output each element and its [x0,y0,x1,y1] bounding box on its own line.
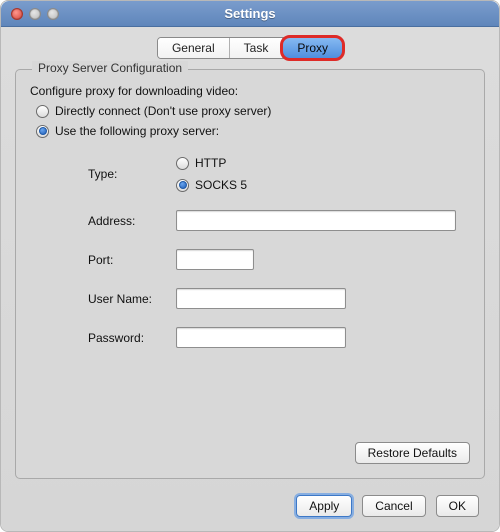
groupbox-subtitle: Configure proxy for downloading video: [30,84,470,98]
port-label: Port: [88,253,176,267]
window-controls [1,8,59,20]
radio-label: SOCKS 5 [195,178,247,192]
field-type: Type: HTTP SOCKS 5 [88,156,470,192]
window-title: Settings [1,6,499,21]
password-label: Password: [88,331,176,345]
proxy-fields: Type: HTTP SOCKS 5 Address: [30,156,470,348]
radio-icon [36,125,49,138]
close-icon[interactable] [11,8,23,20]
zoom-icon[interactable] [47,8,59,20]
titlebar: Settings [1,1,499,27]
radio-label: Directly connect (Don't use proxy server… [55,104,271,118]
radio-label: Use the following proxy server: [55,124,219,138]
field-address: Address: [88,210,470,231]
radio-icon [176,157,189,170]
type-options: HTTP SOCKS 5 [176,156,247,192]
address-input[interactable] [176,210,456,231]
tab-proxy[interactable]: Proxy [283,38,342,58]
field-username: User Name: [88,288,470,309]
port-input[interactable] [176,249,254,270]
username-label: User Name: [88,292,176,306]
tab-proxy-label: Proxy [297,41,328,55]
address-label: Address: [88,214,176,228]
proxy-groupbox: Proxy Server Configuration Configure pro… [15,69,485,479]
window-content: General Task Proxy Proxy Server Configur… [1,27,499,531]
radio-label: HTTP [195,156,226,170]
radio-icon [176,179,189,192]
password-input[interactable] [176,327,346,348]
type-label: Type: [88,167,176,181]
tabs: General Task Proxy [157,37,343,59]
field-port: Port: [88,249,470,270]
radio-direct-connect[interactable]: Directly connect (Don't use proxy server… [36,104,470,118]
radio-use-proxy[interactable]: Use the following proxy server: [36,124,470,138]
apply-button[interactable]: Apply [296,495,352,517]
restore-row: Restore Defaults [355,442,470,464]
groupbox-legend: Proxy Server Configuration [32,61,188,75]
ok-button[interactable]: OK [436,495,479,517]
tab-general[interactable]: General [158,38,230,58]
radio-type-socks5[interactable]: SOCKS 5 [176,178,247,192]
dialog-buttons: Apply Cancel OK [296,495,479,517]
radio-type-http[interactable]: HTTP [176,156,247,170]
username-input[interactable] [176,288,346,309]
restore-defaults-button[interactable]: Restore Defaults [355,442,470,464]
tabs-row: General Task Proxy [15,37,485,59]
field-password: Password: [88,327,470,348]
radio-icon [36,105,49,118]
cancel-button[interactable]: Cancel [362,495,425,517]
settings-window: Settings General Task Proxy Proxy Server… [0,0,500,532]
minimize-icon[interactable] [29,8,41,20]
tab-task[interactable]: Task [230,38,284,58]
